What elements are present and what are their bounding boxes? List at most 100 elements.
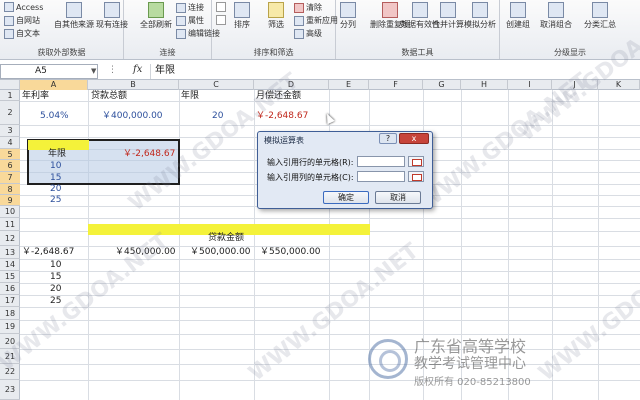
row-header[interactable]: 2 (0, 101, 20, 125)
refresh-all-button[interactable]: 全部刷新 (140, 2, 172, 30)
select-all-corner[interactable] (0, 80, 20, 90)
column-header-j[interactable]: J (552, 80, 598, 90)
cell-a7[interactable]: 15 (50, 173, 61, 184)
row-header[interactable]: 9 (0, 195, 20, 206)
from-text-button[interactable]: 自文本 (4, 28, 40, 39)
row-header[interactable]: 16 (0, 283, 20, 295)
row-header[interactable]: 7 (0, 172, 20, 184)
cell-b13[interactable]: ￥450,000.00 (115, 247, 176, 258)
cell-a5[interactable]: 年限 (48, 149, 66, 160)
row-header[interactable]: 17 (0, 295, 20, 307)
name-box[interactable]: A5 (0, 64, 98, 79)
ok-button[interactable]: 确定 (323, 191, 369, 204)
row-header[interactable]: 4 (0, 137, 20, 149)
cell-b1[interactable]: 贷款总额 (91, 91, 127, 102)
ungroup-button[interactable]: 取消组合 (540, 2, 572, 30)
other-sources-button[interactable]: 自其他来源 (54, 2, 94, 30)
cell-a1[interactable]: 年利率 (22, 91, 49, 102)
row-header[interactable]: 13 (0, 246, 20, 259)
gridline (20, 125, 640, 126)
cell-a14[interactable]: 10 (50, 260, 61, 271)
cell-b2[interactable]: ￥400,000.00 (102, 111, 163, 122)
sort-za-button[interactable] (216, 15, 226, 25)
properties-icon (176, 15, 186, 26)
row-header[interactable]: 8 (0, 184, 20, 195)
cell-d1[interactable]: 月偿还金额 (256, 91, 301, 102)
text-to-columns-button[interactable]: 分列 (340, 2, 356, 30)
clear-button[interactable]: 清除 (294, 2, 322, 13)
reapply-button[interactable]: 重新应用 (294, 15, 338, 26)
group-button[interactable]: 创建组 (506, 2, 530, 30)
from-web-button[interactable]: 自网站 (4, 15, 40, 26)
filter-button[interactable]: 筛选 (268, 2, 284, 30)
row-header[interactable]: 23 (0, 380, 20, 400)
cell-a9[interactable]: 25 (50, 195, 61, 206)
cell-b5[interactable]: ￥-2,648.67 (123, 149, 175, 160)
consolidate-button[interactable]: 合并计算 (432, 2, 464, 30)
cell-c12[interactable]: 贷款金额 (208, 233, 244, 244)
cell-a16[interactable]: 20 (50, 284, 61, 295)
subtotal-button[interactable]: 分类汇总 (584, 2, 616, 30)
cell-d2[interactable]: ￥-2,648.67 (256, 111, 308, 122)
row-header[interactable]: 12 (0, 231, 20, 246)
row-header[interactable]: 15 (0, 271, 20, 283)
cell-a6[interactable]: 10 (50, 161, 61, 172)
column-header-k[interactable]: K (598, 80, 640, 90)
row-header[interactable]: 20 (0, 334, 20, 349)
cell-d13[interactable]: ￥550,000.00 (260, 247, 321, 258)
close-button[interactable]: x (399, 133, 429, 144)
formula-input[interactable]: 年限 (150, 64, 640, 79)
row-header[interactable]: 18 (0, 307, 20, 320)
col-collapse-picker-icon[interactable] (408, 171, 424, 182)
connections-button[interactable]: 连接 (176, 2, 204, 13)
gridline (20, 218, 640, 219)
column-header-i[interactable]: I (508, 80, 552, 90)
chevron-down-icon[interactable]: ▼ (91, 67, 96, 75)
row-header[interactable]: 10 (0, 206, 20, 218)
web-icon (4, 15, 14, 26)
column-header-b[interactable]: B (88, 80, 179, 90)
help-button[interactable]: ? (379, 133, 397, 144)
column-header-d[interactable]: D (254, 80, 329, 90)
row-header[interactable]: 21 (0, 349, 20, 364)
group-sort-filter: 排序 筛选 清除 重新应用 高级 排序和筛选 (212, 0, 338, 59)
cancel-button[interactable]: 取消 (375, 191, 421, 204)
row-header[interactable]: 3 (0, 125, 20, 137)
column-header-f[interactable]: F (369, 80, 423, 90)
row-header[interactable]: 22 (0, 364, 20, 380)
cell-a15[interactable]: 15 (50, 272, 61, 283)
advanced-button[interactable]: 高级 (294, 28, 322, 39)
column-header-h[interactable]: H (461, 80, 508, 90)
insert-function-icon[interactable]: fx (133, 64, 142, 75)
cell-a17[interactable]: 25 (50, 296, 61, 307)
properties-button[interactable]: 属性 (176, 15, 204, 26)
row-header[interactable]: 6 (0, 160, 20, 172)
cell-c1[interactable]: 年限 (181, 91, 199, 102)
row-input-cell-field[interactable] (357, 156, 405, 167)
row-header[interactable]: 1 (0, 90, 20, 101)
cell-a2[interactable]: 5.04% (40, 111, 69, 122)
cell-c13[interactable]: ￥500,000.00 (190, 247, 251, 258)
what-if-analysis-button[interactable]: 模拟分析 (464, 2, 496, 30)
cell-c2[interactable]: 20 (212, 111, 223, 122)
column-header-c[interactable]: C (179, 80, 254, 90)
sort-az-button[interactable] (216, 2, 226, 12)
column-header-g[interactable]: G (423, 80, 461, 90)
refresh-icon (148, 2, 164, 18)
row-header[interactable]: 5 (0, 149, 20, 160)
sort-button[interactable]: 排序 (234, 2, 250, 30)
column-header-a[interactable]: A (20, 80, 88, 90)
row-header[interactable]: 11 (0, 218, 20, 231)
col-input-cell-field[interactable] (357, 171, 405, 182)
group-label: 数据工具 (401, 48, 434, 57)
group-get-external-data: Access 自网站 自文本 自其他来源 现有连接 获取外部数据 (0, 0, 128, 59)
cell-a13[interactable]: ￥-2,648.67 (22, 247, 74, 258)
row-headers: 1 2 3 4 5 6 7 8 9 10 11 12 13 14 15 16 1… (0, 90, 20, 400)
cell-a8[interactable]: 20 (50, 184, 61, 195)
group-label: 排序和筛选 (253, 48, 294, 57)
row-collapse-picker-icon[interactable] (408, 156, 424, 167)
access-button[interactable]: Access (4, 2, 43, 12)
column-header-e[interactable]: E (329, 80, 369, 90)
row-header[interactable]: 14 (0, 259, 20, 271)
row-header[interactable]: 19 (0, 320, 20, 334)
